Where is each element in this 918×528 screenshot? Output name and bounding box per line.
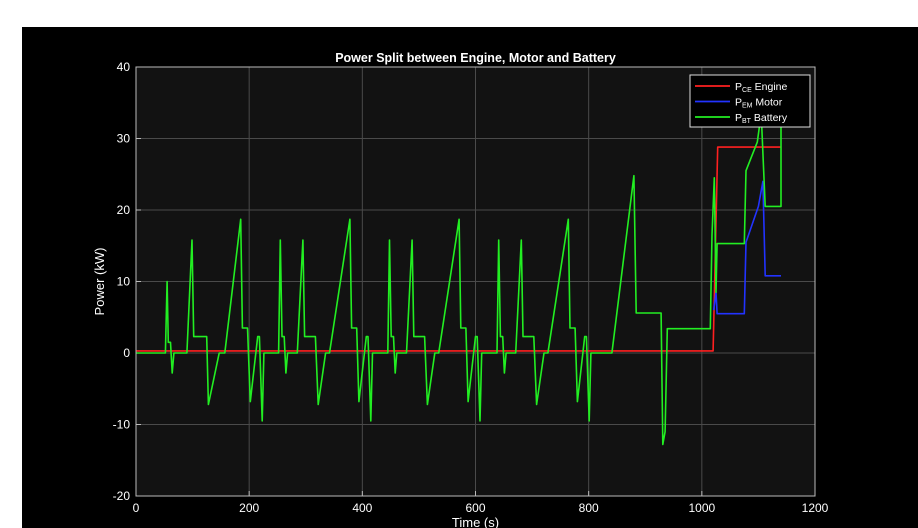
legend-entry-main: P (735, 112, 742, 124)
x-tick-labels: 0 200 400 600 800 1000 1200 (133, 501, 829, 515)
x-tick-label: 800 (579, 501, 599, 515)
y-tick-label: 30 (117, 132, 131, 146)
legend-entry-rest: Battery (751, 112, 788, 124)
power-split-chart: 0 200 400 600 800 1000 1200 -20 -10 0 10 20 30 40 Po… (92, 51, 829, 528)
y-axis-label: Power (kW) (92, 248, 107, 316)
y-tick-label: 0 (123, 346, 130, 360)
legend-entry-rest: Motor (753, 97, 783, 109)
legend: PCE EnginePEM MotorPBT Battery (689, 74, 811, 128)
x-tick-label: 400 (352, 501, 372, 515)
x-axis-label: Time (s) (452, 515, 499, 528)
x-tick-label: 1200 (802, 501, 829, 515)
y-tick-label: -10 (113, 418, 131, 432)
legend-entry-main: P (735, 97, 742, 109)
y-tick-label: 20 (117, 203, 131, 217)
chart-title: Power Split between Engine, Motor and Ba… (335, 51, 616, 65)
figure-canvas: 0 200 400 600 800 1000 1200 -20 -10 0 10 20 30 40 Po… (22, 27, 918, 528)
legend-entry-main: P (735, 81, 742, 93)
x-tick-label: 1000 (688, 501, 715, 515)
legend-entry-sub: CE (742, 87, 752, 94)
legend-entry-rest: Engine (752, 81, 788, 93)
y-tick-label: 10 (117, 275, 131, 289)
x-tick-label: 0 (133, 501, 140, 515)
y-tick-label: 40 (117, 60, 131, 74)
y-tick-label: -20 (113, 489, 131, 503)
legend-entry-sub: EM (742, 103, 753, 110)
x-tick-label: 600 (465, 501, 485, 515)
y-tick-labels: -20 -10 0 10 20 30 40 (113, 60, 131, 503)
x-tick-label: 200 (239, 501, 259, 515)
